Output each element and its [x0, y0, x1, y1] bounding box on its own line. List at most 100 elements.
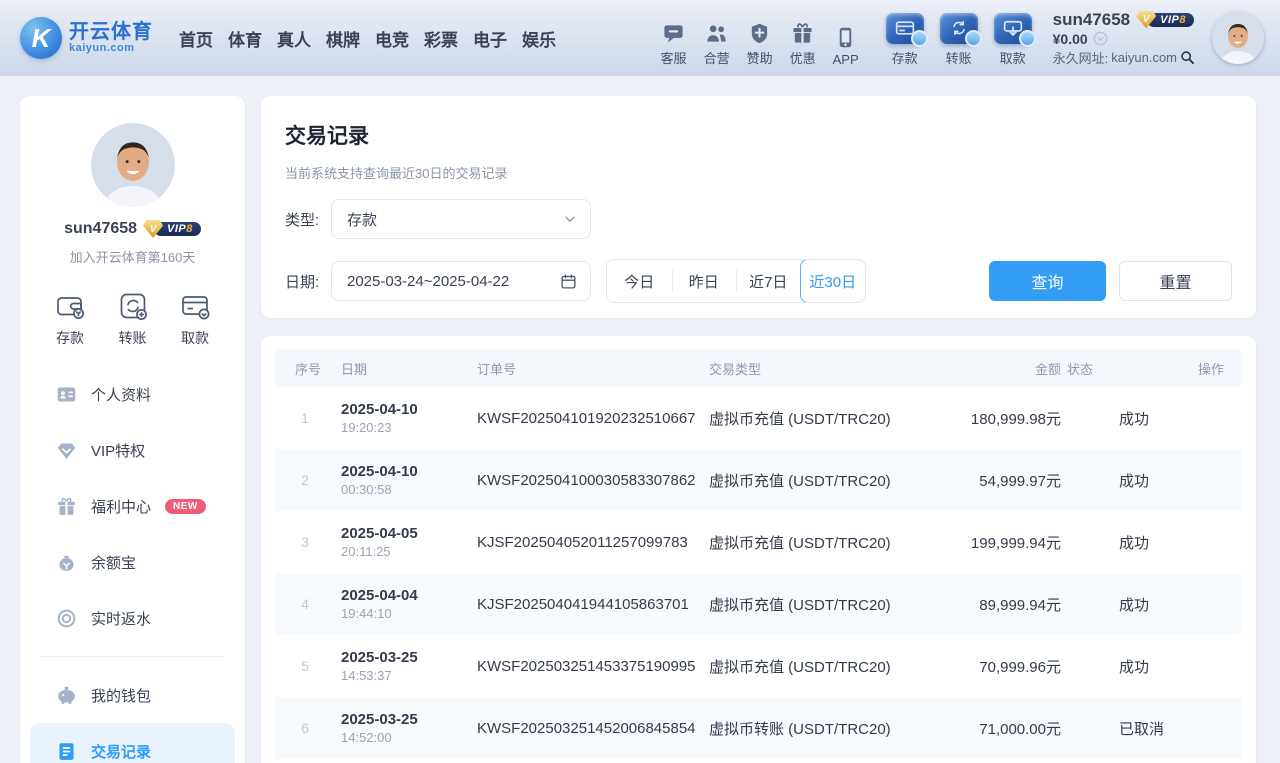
cell-type: 虚拟币转账 (USDT/TRC20) [703, 718, 953, 739]
range-button[interactable]: 今日 [607, 260, 672, 302]
filter-panel: 交易记录 当前系统支持查询最近30日的交易记录 类型: 存款 日期: 2025-… [261, 96, 1256, 318]
sidebar-withdraw-button[interactable]: 取款 [179, 290, 211, 348]
sidebar-quick-actions: 存款转账取款 [20, 290, 245, 348]
type-label: 类型: [285, 209, 331, 230]
cell-index: 6 [275, 720, 335, 736]
main-nav: 首页体育真人棋牌电竞彩票电子娱乐 [179, 26, 556, 51]
brand-domain: kaiyun.com [69, 43, 153, 55]
table-row: 6 2025-03-2514:52:00 KWSF202503251452006… [275, 697, 1242, 759]
cell-order-no: KWSF202504101920232510667 [471, 410, 703, 427]
brand-name: 开云体育 [69, 22, 153, 43]
topbar-transfer-button[interactable]: 转账 [940, 13, 978, 67]
nav-item[interactable]: 娱乐 [522, 26, 556, 51]
col-header: 金额 [953, 359, 1061, 378]
cell-date: 2025-04-0520:11:25 [335, 525, 471, 559]
cell-amount: 54,999.97元 [953, 470, 1061, 491]
topbar: K 开云体育 kaiyun.com 首页体育真人棋牌电竞彩票电子娱乐 客服合营赞… [0, 0, 1280, 76]
topbar-deposit-button[interactable]: 存款 [886, 13, 924, 67]
topbar-app-button[interactable]: APP [833, 25, 859, 67]
profile-vip-badge[interactable]: V VIP8 [143, 220, 201, 238]
yuebao-icon [56, 552, 77, 573]
cell-amount: 89,999.94元 [953, 594, 1061, 615]
nav-item[interactable]: 真人 [277, 26, 311, 51]
sidebar-item-yuebao[interactable]: 余额宝 [20, 534, 245, 590]
cell-amount: 71,000.00元 [953, 718, 1061, 739]
topbar-partners-button[interactable]: 合营 [704, 21, 730, 67]
sidebar-transfer-button[interactable]: 转账 [117, 290, 149, 348]
nav-item[interactable]: 电竞 [375, 26, 409, 51]
sidebar-item-welfare[interactable]: 福利中心NEW [20, 478, 245, 534]
brand-logo[interactable]: K 开云体育 kaiyun.com [20, 17, 153, 59]
balance: ¥0.00 [1053, 31, 1088, 47]
sponsor-icon [748, 21, 771, 45]
cell-date: 2025-03-2514:53:37 [335, 649, 471, 683]
profile-avatar[interactable] [91, 123, 175, 207]
nav-item[interactable]: 彩票 [424, 26, 458, 51]
nav-item[interactable]: 体育 [228, 26, 262, 51]
cell-amount: 180,999.98元 [953, 408, 1061, 429]
search-icon[interactable] [1180, 50, 1195, 65]
page-subtitle: 当前系统支持查询最近30日的交易记录 [285, 163, 1232, 182]
range-button[interactable]: 昨日 [672, 260, 737, 302]
user-block: sun47658 V VIP8 ¥0.00 永久网址: kaiyun.com [1053, 10, 1195, 67]
cell-type: 虚拟币充值 (USDT/TRC20) [703, 594, 953, 615]
username: sun47658 [1053, 10, 1131, 30]
topbar-withdraw-button[interactable]: 取款 [994, 13, 1032, 67]
cell-type: 虚拟币充值 (USDT/TRC20) [703, 656, 953, 677]
cell-index: 2 [275, 472, 335, 488]
cell-order-no: KWSF202504100030583307862 [471, 472, 703, 489]
sidebar-item-vip[interactable]: VIP特权 [20, 422, 245, 478]
sidebar-divider [40, 656, 225, 657]
profile-username: sun47658 [64, 220, 137, 238]
table-header: 序号日期订单号交易类型金额状态操作 [275, 349, 1242, 387]
deposit-3d-icon [886, 13, 924, 44]
sidebar-item-records[interactable]: 交易记录 [30, 723, 235, 763]
permanent-url-label: 永久网址: [1053, 48, 1109, 67]
idcard-icon [56, 384, 77, 405]
phone-icon [834, 25, 857, 49]
cell-status: 成功 [1061, 470, 1179, 491]
brand-logo-icon: K [20, 17, 62, 59]
topbar-support-button[interactable]: 客服 [661, 21, 687, 67]
topbar-promo-button[interactable]: 优惠 [790, 21, 816, 67]
vip-badge[interactable]: V VIP8 [1136, 11, 1194, 29]
col-header: 状态 [1061, 359, 1179, 378]
calendar-icon [560, 273, 577, 290]
card-outline-icon [179, 290, 211, 322]
nav-item[interactable]: 棋牌 [326, 26, 360, 51]
table-body: 1 2025-04-1019:20:23 KWSF202504101920232… [275, 387, 1242, 759]
withdraw-3d-icon [994, 13, 1032, 44]
sidebar-item-rebate[interactable]: 实时返水 [20, 590, 245, 646]
cell-type: 虚拟币充值 (USDT/TRC20) [703, 408, 953, 429]
balance-dropdown-icon[interactable] [1093, 31, 1108, 46]
range-active-button[interactable]: 近30日 [800, 259, 867, 303]
col-header: 订单号 [471, 359, 703, 378]
sidebar-item-wallet[interactable]: 我的钱包 [20, 667, 245, 723]
cell-amount: 70,999.96元 [953, 656, 1061, 677]
sidebar-deposit-button[interactable]: 存款 [54, 290, 86, 348]
cell-status: 已取消 [1061, 718, 1179, 739]
cell-order-no: KWSF202503251452006845854 [471, 720, 703, 737]
page-title: 交易记录 [285, 120, 1232, 150]
transfer-outline-icon [117, 290, 149, 322]
cell-date: 2025-03-2514:52:00 [335, 711, 471, 745]
sidebar-item-profile[interactable]: 个人资料 [20, 366, 245, 422]
topbar-sponsor-button[interactable]: 赞助 [747, 21, 773, 67]
date-range-input[interactable]: 2025-03-24~2025-04-22 [331, 261, 591, 301]
cell-index: 3 [275, 534, 335, 550]
cell-order-no: KJSF202504041944105863701 [471, 596, 703, 613]
type-select[interactable]: 存款 [331, 199, 591, 239]
cell-index: 4 [275, 596, 335, 612]
nav-item[interactable]: 电子 [473, 26, 507, 51]
profile-card: sun47658 V VIP8 加入开云体育第160天 [20, 96, 245, 266]
reset-button[interactable]: 重置 [1119, 261, 1232, 301]
table-row: 5 2025-03-2514:53:37 KWSF202503251453375… [275, 635, 1242, 697]
cell-status: 成功 [1061, 656, 1179, 677]
range-button[interactable]: 近7日 [736, 260, 801, 302]
new-badge: NEW [165, 499, 206, 514]
avatar[interactable] [1212, 12, 1264, 64]
nav-item[interactable]: 首页 [179, 26, 213, 51]
cell-date: 2025-04-0419:44:10 [335, 587, 471, 621]
query-button[interactable]: 查询 [989, 261, 1106, 301]
gift-icon [791, 21, 814, 45]
